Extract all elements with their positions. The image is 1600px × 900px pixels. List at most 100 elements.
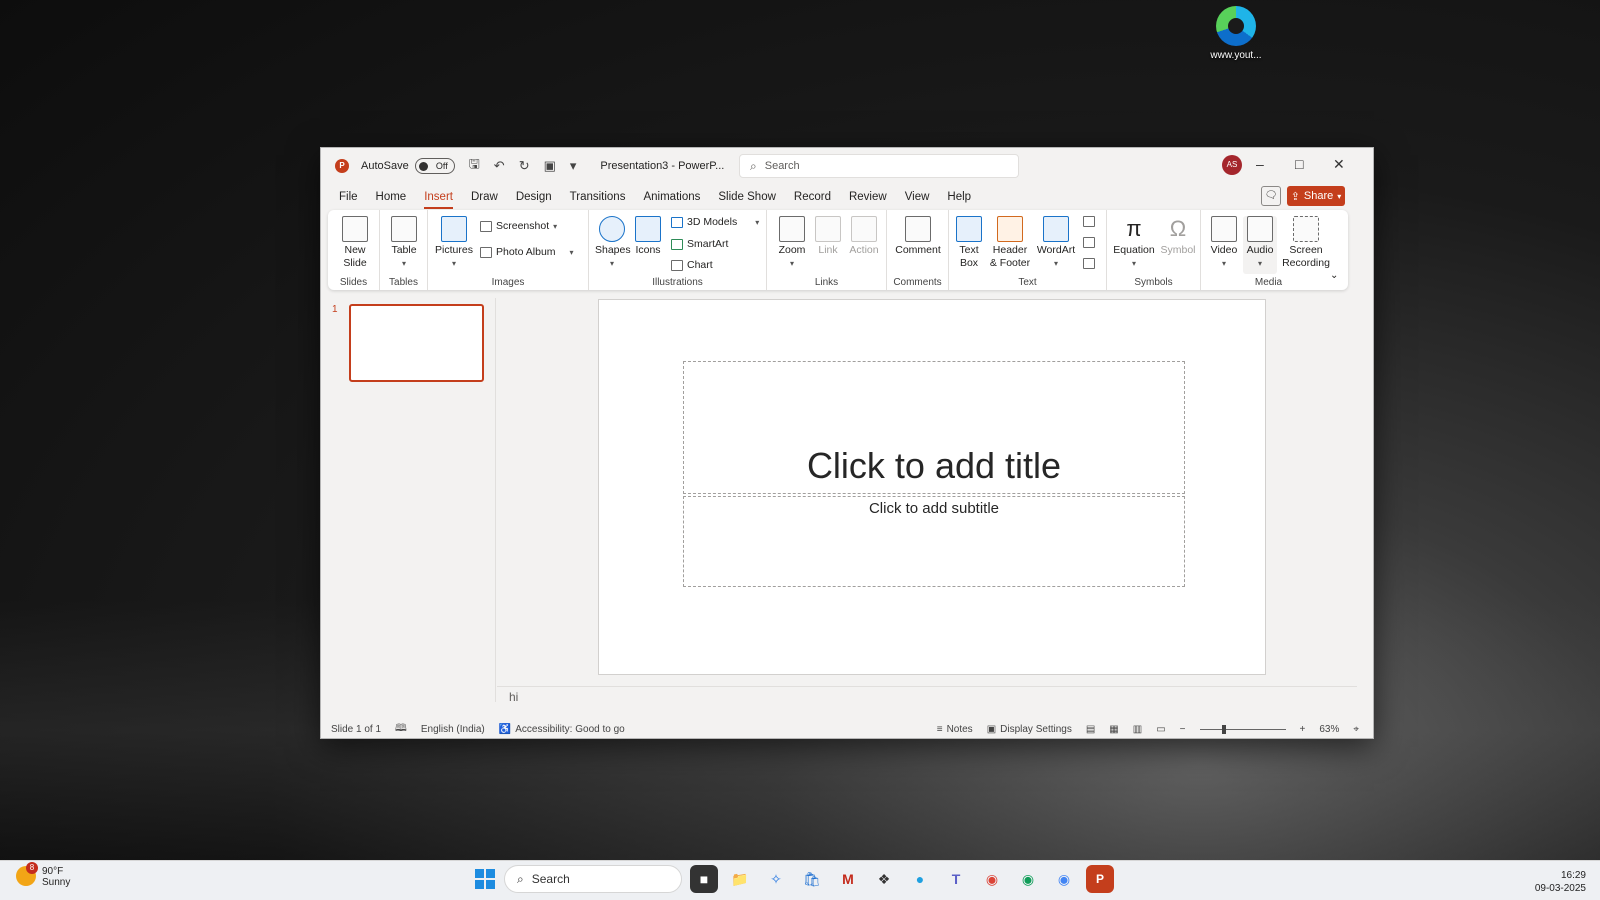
tab-file[interactable]: File	[339, 187, 358, 207]
fit-to-window-icon[interactable]: ⌖	[1353, 724, 1359, 735]
screenshot-button[interactable]: Screenshot ▾	[480, 220, 557, 232]
powerpoint-taskbar-icon[interactable]: P	[1086, 865, 1114, 893]
reading-view-icon[interactable]: ▥	[1133, 724, 1142, 735]
notes-button[interactable]: ≡ Notes	[937, 724, 973, 735]
tab-record[interactable]: Record	[794, 187, 831, 207]
3d-models-button[interactable]: 3D Models ▾	[671, 216, 759, 228]
zoom-slider[interactable]	[1199, 724, 1286, 734]
notes-icon: ≡	[936, 723, 943, 735]
ribbon: New Slide Slides Table ▾ Tables Pictures…	[328, 210, 1348, 290]
dropbox-icon[interactable]: ❖	[870, 865, 898, 893]
tab-slide-show[interactable]: Slide Show	[718, 187, 776, 207]
comment-label: Comment	[895, 244, 941, 256]
notes-pane[interactable]: hi	[497, 686, 1357, 706]
zoom-button[interactable]: Zoom ▾	[775, 216, 809, 270]
save-icon[interactable]: 🖫	[469, 155, 480, 177]
comments-button[interactable]: 🗨	[1261, 186, 1281, 206]
edge-icon[interactable]: ●	[906, 865, 934, 893]
minimize-icon[interactable]: –	[1256, 156, 1264, 172]
tab-help[interactable]: Help	[947, 187, 971, 207]
equation-button[interactable]: π Equation ▾	[1111, 216, 1157, 270]
screen-recording-button[interactable]: Screen Recording	[1279, 216, 1333, 270]
date-time-icon	[1083, 216, 1095, 227]
language-status[interactable]: English (India)	[421, 724, 485, 735]
chevron-down-icon: ▾	[569, 247, 574, 257]
desktop-shortcut[interactable]: www.yout...	[1200, 6, 1272, 61]
present-icon[interactable]: ▣	[544, 158, 556, 174]
new-slide-label-1: New	[344, 244, 366, 256]
comment-icon: 🗨	[1264, 190, 1278, 201]
accessibility-status[interactable]: ♿ Accessibility: Good to go	[499, 724, 625, 735]
chrome-profile-icon[interactable]: ◉	[1014, 865, 1042, 893]
spelling-icon[interactable]: 🕮	[395, 721, 407, 738]
zoom-out-icon[interactable]: −	[1180, 724, 1186, 735]
clock-time: 16:29	[1560, 870, 1586, 881]
store-icon[interactable]: 🛍	[798, 865, 826, 893]
subtitle-placeholder[interactable]: Click to add subtitle	[683, 496, 1185, 587]
tab-view[interactable]: View	[905, 187, 930, 207]
table-button[interactable]: Table ▾	[388, 216, 420, 270]
omega-icon: Ω	[1169, 216, 1187, 241]
tab-design[interactable]: Design	[516, 187, 552, 207]
title-placeholder[interactable]: Click to add title	[683, 361, 1185, 494]
autosave-toggle[interactable]: Off	[414, 158, 455, 174]
redo-icon[interactable]: ↻	[519, 158, 530, 174]
display-settings-button[interactable]: ▣ Display Settings	[987, 724, 1072, 735]
windows-start-icon[interactable]	[474, 868, 496, 890]
task-view-icon[interactable]: ■	[690, 865, 718, 893]
text-box-button[interactable]: Text Box	[953, 216, 985, 270]
slide-number-button[interactable]	[1083, 237, 1095, 248]
new-slide-button[interactable]: New Slide	[338, 216, 372, 270]
system-clock[interactable]: 16:29 09-03-2025	[1535, 869, 1586, 895]
notes-text: hi	[509, 690, 519, 704]
customize-toolbar-icon[interactable]: ▾	[570, 158, 577, 174]
zoom-level[interactable]: 63%	[1319, 724, 1339, 735]
link-button[interactable]: Link	[813, 216, 843, 257]
ribbon-collapse-icon[interactable]: ⌄	[1330, 270, 1338, 281]
zoom-in-icon[interactable]: +	[1300, 724, 1306, 735]
weather-widget[interactable]: 8 90°F Sunny	[16, 862, 70, 888]
chrome-profile-2-icon[interactable]: ◉	[1050, 865, 1078, 893]
tab-transitions[interactable]: Transitions	[570, 187, 626, 207]
video-button[interactable]: Video ▾	[1207, 216, 1241, 270]
wordart-button[interactable]: WordArt ▾	[1035, 216, 1077, 270]
taskbar-search[interactable]: ⌕ Search	[504, 865, 682, 893]
maximize-icon[interactable]: □	[1295, 156, 1303, 172]
shapes-button[interactable]: Shapes ▾	[595, 216, 631, 270]
tab-review[interactable]: Review	[849, 187, 887, 207]
symbol-button[interactable]: Ω Symbol	[1159, 216, 1197, 257]
normal-view-icon[interactable]: ▤	[1086, 724, 1095, 735]
smartart-button[interactable]: SmartArt	[671, 238, 728, 250]
photo-album-button[interactable]: Photo Album ▾	[480, 246, 574, 258]
tab-animations[interactable]: Animations	[643, 187, 700, 207]
chevron-down-icon: ▾	[1131, 259, 1136, 268]
comment-button[interactable]: Comment	[893, 216, 943, 257]
accessibility-icon: ♿	[498, 723, 512, 735]
tab-draw[interactable]: Draw	[471, 187, 498, 207]
undo-icon[interactable]: ↶	[494, 158, 505, 174]
share-button[interactable]: ⇪ Share ▾	[1287, 186, 1345, 206]
avatar[interactable]: AS	[1222, 155, 1242, 175]
chart-button[interactable]: Chart	[671, 259, 713, 271]
teams-icon[interactable]: T	[942, 865, 970, 893]
icons-button[interactable]: Icons	[633, 216, 663, 257]
search-input[interactable]: ⌕ Search	[739, 154, 1019, 178]
mcafee-icon[interactable]: M	[834, 865, 862, 893]
header-footer-button[interactable]: Header & Footer	[987, 216, 1033, 270]
copilot-icon[interactable]: ✧	[762, 865, 790, 893]
group-comments: Comment Comments	[887, 210, 949, 290]
file-explorer-icon[interactable]: 📁	[726, 865, 754, 893]
slide-thumbnail[interactable]	[349, 304, 484, 382]
action-button[interactable]: Action	[847, 216, 881, 257]
date-time-button[interactable]	[1083, 216, 1095, 227]
slide-sorter-icon[interactable]: ▦	[1109, 724, 1118, 735]
chrome-icon[interactable]: ◉	[978, 865, 1006, 893]
audio-button[interactable]: Audio ▾	[1243, 216, 1277, 274]
object-button[interactable]	[1083, 258, 1095, 269]
pictures-button[interactable]: Pictures ▾	[434, 216, 474, 270]
close-icon[interactable]: ✕	[1333, 156, 1345, 173]
tab-home[interactable]: Home	[376, 187, 407, 207]
slideshow-icon[interactable]: ▭	[1156, 724, 1165, 735]
tab-insert[interactable]: Insert	[424, 187, 453, 209]
edge-icon	[1216, 6, 1256, 46]
